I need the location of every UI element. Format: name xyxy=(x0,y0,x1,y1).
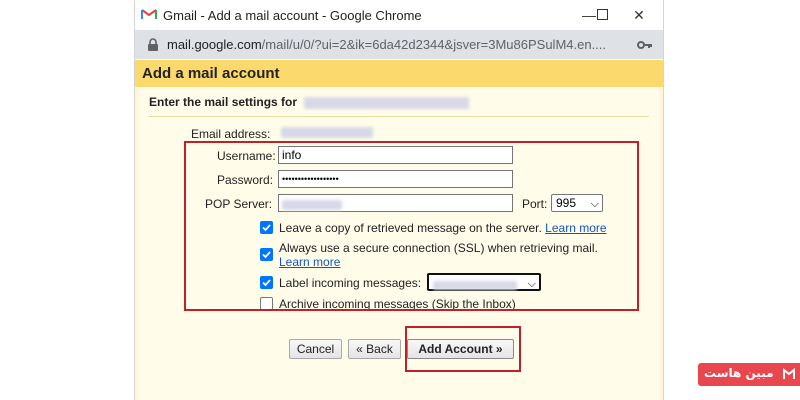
watermark-logo: مبین هاست xyxy=(698,363,800,386)
key-icon[interactable] xyxy=(637,39,653,51)
redacted-email xyxy=(304,96,470,109)
back-button[interactable]: « Back xyxy=(348,339,401,359)
cancel-button[interactable]: Cancel xyxy=(289,339,342,359)
title-bar: Gmail - Add a mail account - Google Chro… xyxy=(135,0,663,30)
settings-subheading: Enter the mail settings for xyxy=(149,95,470,109)
settings-highlight-box xyxy=(184,141,639,311)
redacted-email-address xyxy=(281,127,373,138)
url-text[interactable]: mail.google.com/mail/u/0/?ui=2&ik=6da42d… xyxy=(167,37,637,52)
lock-icon xyxy=(148,38,158,51)
logo-icon xyxy=(783,367,795,379)
close-icon[interactable]: ✕ xyxy=(627,4,651,26)
maximize-icon[interactable] xyxy=(590,4,614,26)
dialog-title: Add a mail account xyxy=(142,65,280,82)
watermark-text: مبین هاست xyxy=(704,366,774,380)
address-bar[interactable]: mail.google.com/mail/u/0/?ui=2&ik=6da42d… xyxy=(135,30,663,59)
email-address-label: Email address: xyxy=(191,127,271,141)
divider xyxy=(149,116,649,117)
dialog-header: Add a mail account xyxy=(135,60,663,87)
window-title: Gmail - Add a mail account - Google Chro… xyxy=(163,8,422,23)
gmail-icon xyxy=(141,9,157,19)
add-account-highlight-box xyxy=(405,326,521,372)
